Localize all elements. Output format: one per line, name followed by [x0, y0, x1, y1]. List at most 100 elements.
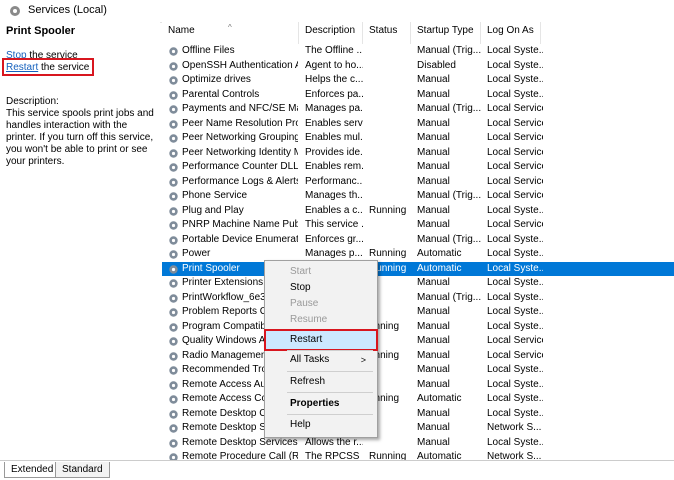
cell-desc: Enforces pa...	[305, 88, 363, 100]
menu-item-refresh[interactable]: Refresh	[266, 373, 376, 391]
cell-startup: Disabled	[417, 59, 456, 71]
cell-status	[369, 131, 411, 146]
cell-startup: Manual (Trig...	[417, 233, 481, 245]
table-row[interactable]: Portable Device Enumerator... Enforces gr…	[162, 233, 674, 248]
cell-status	[369, 160, 411, 175]
cell-logon: Local Syste...	[487, 262, 543, 274]
service-gear-icon	[169, 177, 178, 187]
cell-logon: Local Syste...	[487, 320, 543, 332]
column-header-log-on-as[interactable]: Log On As	[481, 22, 541, 44]
table-row[interactable]: Radio Management unning Manual Local Servic…	[162, 349, 674, 364]
table-row[interactable]: Offline Files The Offline ... Manual (Trig…	[162, 44, 674, 59]
cell-desc: Enforces gr...	[305, 233, 363, 245]
table-row[interactable]: Program Compatibil unning Manual Local Syst…	[162, 320, 674, 335]
cell-startup: Manual	[417, 320, 450, 332]
menu-item-help[interactable]: Help	[266, 416, 376, 434]
cell-startup: Manual	[417, 378, 450, 390]
table-row[interactable]: Payments and NFC/SE Man... Manages pa... M…	[162, 102, 674, 117]
table-row[interactable]: Performance Logs & Alerts Performanc... Ma…	[162, 175, 674, 190]
all-tasks-label: All Tasks	[290, 354, 330, 365]
service-gear-icon	[169, 424, 178, 433]
column-header-startup-type[interactable]: Startup Type	[411, 22, 481, 44]
table-row[interactable]: OpenSSH Authentication A... Agent to ho..…	[162, 59, 674, 74]
column-header-label: Name	[168, 25, 195, 36]
selected-service-name: Print Spooler	[6, 25, 76, 37]
column-header-name[interactable]: ^ Name	[162, 22, 299, 44]
table-row[interactable]: Remote Desktop Services U...Allows the r…	[162, 436, 674, 451]
cell-startup: Manual	[417, 422, 450, 433]
cell-status	[369, 218, 411, 233]
cell-startup: Automatic	[417, 248, 462, 259]
table-row[interactable]: Peer Networking Identity M... Provides id…	[162, 146, 674, 161]
services-gear-icon	[10, 6, 20, 16]
service-gear-icon	[169, 148, 178, 158]
cell-logon: Local Service	[487, 190, 543, 201]
cell-logon: Local Service	[487, 219, 543, 230]
table-row[interactable]: Phone Service Manages th... Manual (Trig..…	[162, 189, 674, 204]
cell-logon: Local Syste...	[487, 291, 543, 303]
table-row[interactable]: Quality Windows Au Manual Local Service	[162, 334, 674, 349]
table-row[interactable]: Peer Name Resolution Prot... Enables serv…	[162, 117, 674, 132]
services-table: ^ Name Description Status Startup Type L…	[162, 22, 674, 460]
service-gear-icon	[169, 163, 178, 172]
cell-startup: Manual	[417, 335, 450, 346]
table-row[interactable]: Plug and Play Enables a c... Running Manual…	[162, 204, 674, 219]
service-gear-icon	[169, 351, 178, 361]
table-header: ^ Name Description Status Startup Type L…	[162, 22, 674, 44]
service-gear-icon	[169, 395, 178, 404]
cell-name: Remote Procedure Call (RPC)	[182, 451, 298, 460]
table-row[interactable]: PrintWorkflow_6e39b Manual (Trig... Local …	[162, 291, 674, 306]
sort-ascending-icon: ^	[228, 23, 232, 32]
table-row[interactable]: Optimize drives Helps the c... Manual Local…	[162, 73, 674, 88]
table-row[interactable]: Problem Reports Cor Manual Local Syste...	[162, 305, 674, 320]
cell-startup: Manual	[417, 407, 450, 419]
cell-startup: Manual	[417, 88, 450, 100]
cell-logon: Local Service	[487, 103, 543, 114]
cell-logon: Local Syste...	[487, 277, 543, 288]
cell-startup: Manual (Trig...	[417, 103, 481, 114]
service-gear-icon	[169, 90, 178, 100]
table-row[interactable]: Remote Access Conr unning Automatic Local S…	[162, 392, 674, 407]
service-gear-icon	[169, 105, 178, 114]
table-row[interactable]: Remote Procedure Call (RPC) The RPCSS ...…	[162, 450, 674, 460]
cell-name: Peer Networking Identity M...	[182, 146, 298, 158]
table-row[interactable]: PNRP Machine Name Publi... This service .…	[162, 218, 674, 233]
menu-item-properties[interactable]: Properties	[266, 395, 376, 413]
window-title: Services (Local)	[28, 4, 107, 16]
table-row[interactable]: Remote Desktop Serv Manual Network S...	[162, 421, 674, 436]
column-header-label: Status	[369, 25, 398, 36]
menu-item-restart[interactable]: Restart	[266, 331, 376, 349]
menu-item-all-tasks[interactable]: All Tasks >	[266, 351, 376, 369]
service-gear-icon	[169, 380, 178, 390]
cell-name: Payments and NFC/SE Man...	[182, 103, 298, 114]
cell-startup: Manual	[417, 161, 450, 172]
service-gear-icon	[169, 134, 178, 143]
table-row[interactable]: Remote Access Auto Manual Local Syste...	[162, 378, 674, 393]
tab-standard[interactable]: Standard	[55, 462, 110, 478]
service-gear-icon	[169, 308, 178, 317]
column-header-status[interactable]: Status	[363, 22, 411, 44]
view-tabs: Extended Standard	[0, 460, 674, 480]
cell-name: Peer Networking Grouping	[182, 132, 298, 143]
cell-startup: Manual	[417, 74, 450, 85]
table-row[interactable]: Recommended Troul Manual Local Syste...	[162, 363, 674, 378]
cell-startup: Manual	[417, 306, 450, 317]
table-row[interactable]: Printer Extensions an Manual Local Syste..…	[162, 276, 674, 291]
menu-item-resume[interactable]: Resume	[266, 311, 376, 329]
cell-logon: Local Syste...	[487, 407, 543, 419]
table-row[interactable]: Power Manages p... Running Automatic Local S…	[162, 247, 674, 262]
cell-logon: Local Syste...	[487, 45, 543, 56]
table-row[interactable]: Performance Counter DLL ... Enables rem..…	[162, 160, 674, 175]
table-row[interactable]: Peer Networking Grouping Enables mul... Ma…	[162, 131, 674, 146]
column-header-description[interactable]: Description	[299, 22, 363, 44]
cell-startup: Automatic	[417, 262, 462, 274]
cell-startup: Manual	[417, 277, 450, 288]
cell-logon: Local Syste...	[487, 74, 543, 85]
table-row[interactable]: Parental Controls Enforces pa... Manual Loc…	[162, 88, 674, 103]
cell-status	[369, 73, 411, 88]
tab-extended[interactable]: Extended	[4, 462, 61, 478]
table-row[interactable]: Remote Desktop Cor Manual Local Syste...	[162, 407, 674, 422]
table-row[interactable]: Print Spooler Running Automatic Local Syste…	[162, 261, 674, 276]
cell-startup: Manual	[417, 175, 450, 187]
cell-logon: Local Service	[487, 335, 543, 346]
